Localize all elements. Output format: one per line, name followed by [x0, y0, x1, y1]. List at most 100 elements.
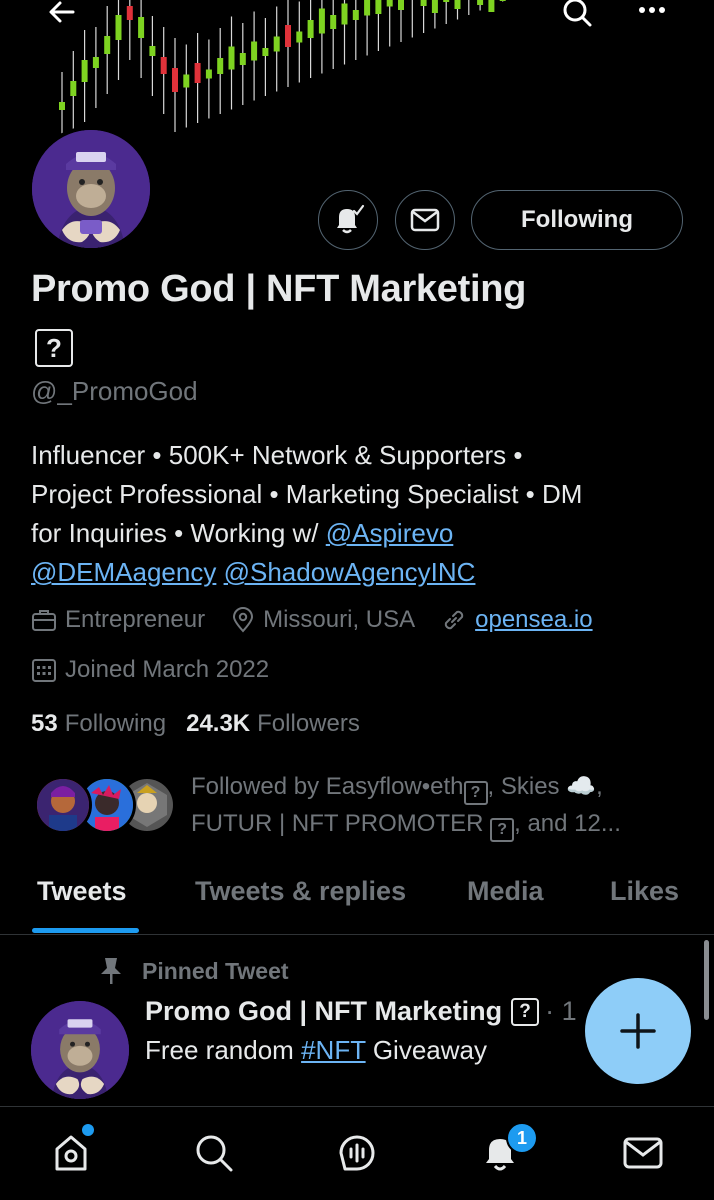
candle-body: [160, 57, 167, 74]
tweet-time: · 1: [545, 996, 577, 1026]
profile-tabs: Tweets Tweets & replies Media Likes: [0, 860, 714, 935]
occupation-text: Entrepreneur: [65, 606, 206, 633]
candle-body: [126, 6, 133, 20]
plus-icon: [620, 1013, 656, 1049]
candle-body: [420, 0, 427, 6]
candle-body: [104, 36, 111, 54]
candle-body: [386, 0, 393, 7]
followers-label: Followers: [257, 710, 360, 737]
profile-avatar[interactable]: [28, 126, 154, 252]
candle-body: [262, 48, 269, 56]
candle-body: [477, 0, 484, 5]
tab-tweets-replies[interactable]: Tweets & replies: [195, 876, 406, 907]
candle-body: [149, 46, 156, 56]
tweet-author[interactable]: Promo God | NFT Marketing ? · 1: [145, 996, 577, 1027]
nav-spaces[interactable]: [331, 1127, 383, 1179]
nav-search[interactable]: [188, 1127, 240, 1179]
search-icon: [563, 0, 592, 27]
pinned-tweet-label: Pinned Tweet: [98, 956, 289, 986]
profile-bio: Influencer • 500K+ Network & Supporters …: [31, 436, 691, 592]
candle-body: [454, 0, 461, 9]
tab-likes[interactable]: Likes: [610, 876, 679, 907]
bio-text: for Inquiries • Working w/: [31, 518, 326, 548]
candle-body: [205, 69, 212, 79]
scrollbar[interactable]: [704, 940, 709, 1020]
briefcase-icon: [32, 610, 56, 631]
candle-body: [81, 60, 88, 82]
search-icon: [196, 1135, 233, 1172]
search-button[interactable]: [555, 0, 599, 34]
candle-body: [285, 25, 291, 47]
candle-body: [59, 102, 65, 110]
home-unread-dot: [82, 1124, 94, 1136]
candle-body: [330, 15, 337, 29]
followed-by-part: , Skies ☁️,: [487, 773, 603, 800]
tweet-author-avatar[interactable]: [31, 1001, 129, 1099]
joined-item: Joined March 2022: [31, 656, 269, 684]
mention-link-shadowagency[interactable]: @ShadowAgencyINC: [224, 557, 476, 587]
mail-icon: [623, 1137, 663, 1169]
compose-tweet-button[interactable]: [585, 978, 691, 1084]
mutual-followers-avatars[interactable]: [34, 776, 176, 836]
candle-body: [318, 8, 325, 34]
bio-line: @DEMAagency @ShadowAgencyINC: [31, 553, 691, 592]
candle-body: [138, 17, 145, 38]
followed-by-text[interactable]: Followed by Easyflow•eth?, Skies ☁️, FUT…: [191, 768, 691, 842]
nav-messages[interactable]: [617, 1127, 669, 1179]
candle-body: [431, 0, 438, 13]
following-label: Following: [64, 710, 167, 737]
tab-media[interactable]: Media: [467, 876, 544, 907]
calendar-icon: [32, 659, 56, 682]
location-pin-icon: [233, 607, 254, 633]
occupation-item: Entrepreneur: [31, 606, 205, 634]
hashtag-link[interactable]: #NFT: [301, 1035, 366, 1065]
profile-handle: @_PromoGod: [31, 376, 198, 406]
candle-body: [296, 31, 303, 43]
follow-stats: 53 Following 24.3K Followers: [31, 710, 380, 738]
website-link[interactable]: opensea.io: [475, 606, 592, 634]
candle-body: [307, 20, 314, 38]
followed-by-part: FUTUR | NFT PROMOTER: [191, 810, 491, 837]
back-button[interactable]: [40, 0, 84, 34]
candle-body: [443, 0, 450, 2]
tweet-text-part: Giveaway: [365, 1035, 487, 1065]
bell-check-icon: [337, 204, 365, 234]
candle-body: [172, 68, 178, 92]
emoji-fallback: ?: [490, 817, 515, 842]
followers-stat[interactable]: 24.3K Followers: [186, 710, 360, 738]
tweet-text: Free random #NFT Giveaway: [145, 1035, 487, 1066]
candle-body: [488, 0, 495, 12]
candle-body: [217, 58, 224, 74]
candle-body: [273, 36, 280, 52]
website-item[interactable]: opensea.io: [441, 606, 593, 634]
following-button[interactable]: Following: [471, 190, 683, 250]
notifications-badge: 1: [506, 1122, 538, 1154]
following-stat[interactable]: 53 Following: [31, 710, 166, 738]
candle-body: [228, 46, 235, 70]
candle-body: [352, 10, 359, 20]
followers-count: 24.3K: [186, 710, 251, 737]
candle-body: [341, 3, 348, 25]
notifications-toggle-button[interactable]: [318, 190, 378, 250]
candle-body: [70, 81, 77, 96]
candle-body: [364, 0, 371, 16]
tweet-author-name: Promo God | NFT Marketing: [145, 996, 503, 1026]
following-count: 53: [31, 710, 58, 737]
mention-link-demaagency[interactable]: @DEMAagency: [31, 557, 216, 587]
candle-body: [115, 15, 122, 40]
home-icon: [55, 1135, 87, 1171]
candle-body: [499, 0, 506, 1]
avatar: [34, 776, 92, 834]
candle-body: [194, 63, 201, 83]
more-icon: [639, 7, 665, 13]
more-options-button[interactable]: [630, 0, 674, 32]
bio-line: for Inquiries • Working w/ @Aspirevo: [31, 514, 691, 553]
joined-row: Joined March 2022: [31, 656, 295, 684]
emoji-fallback: ?: [463, 780, 488, 805]
ape-avatar-image: [31, 1001, 129, 1099]
message-button[interactable]: [395, 190, 455, 250]
candle-body: [251, 41, 258, 61]
candle-body: [183, 74, 190, 88]
tab-tweets[interactable]: Tweets: [37, 876, 127, 907]
mention-link-aspirevo[interactable]: @Aspirevo: [326, 518, 454, 548]
